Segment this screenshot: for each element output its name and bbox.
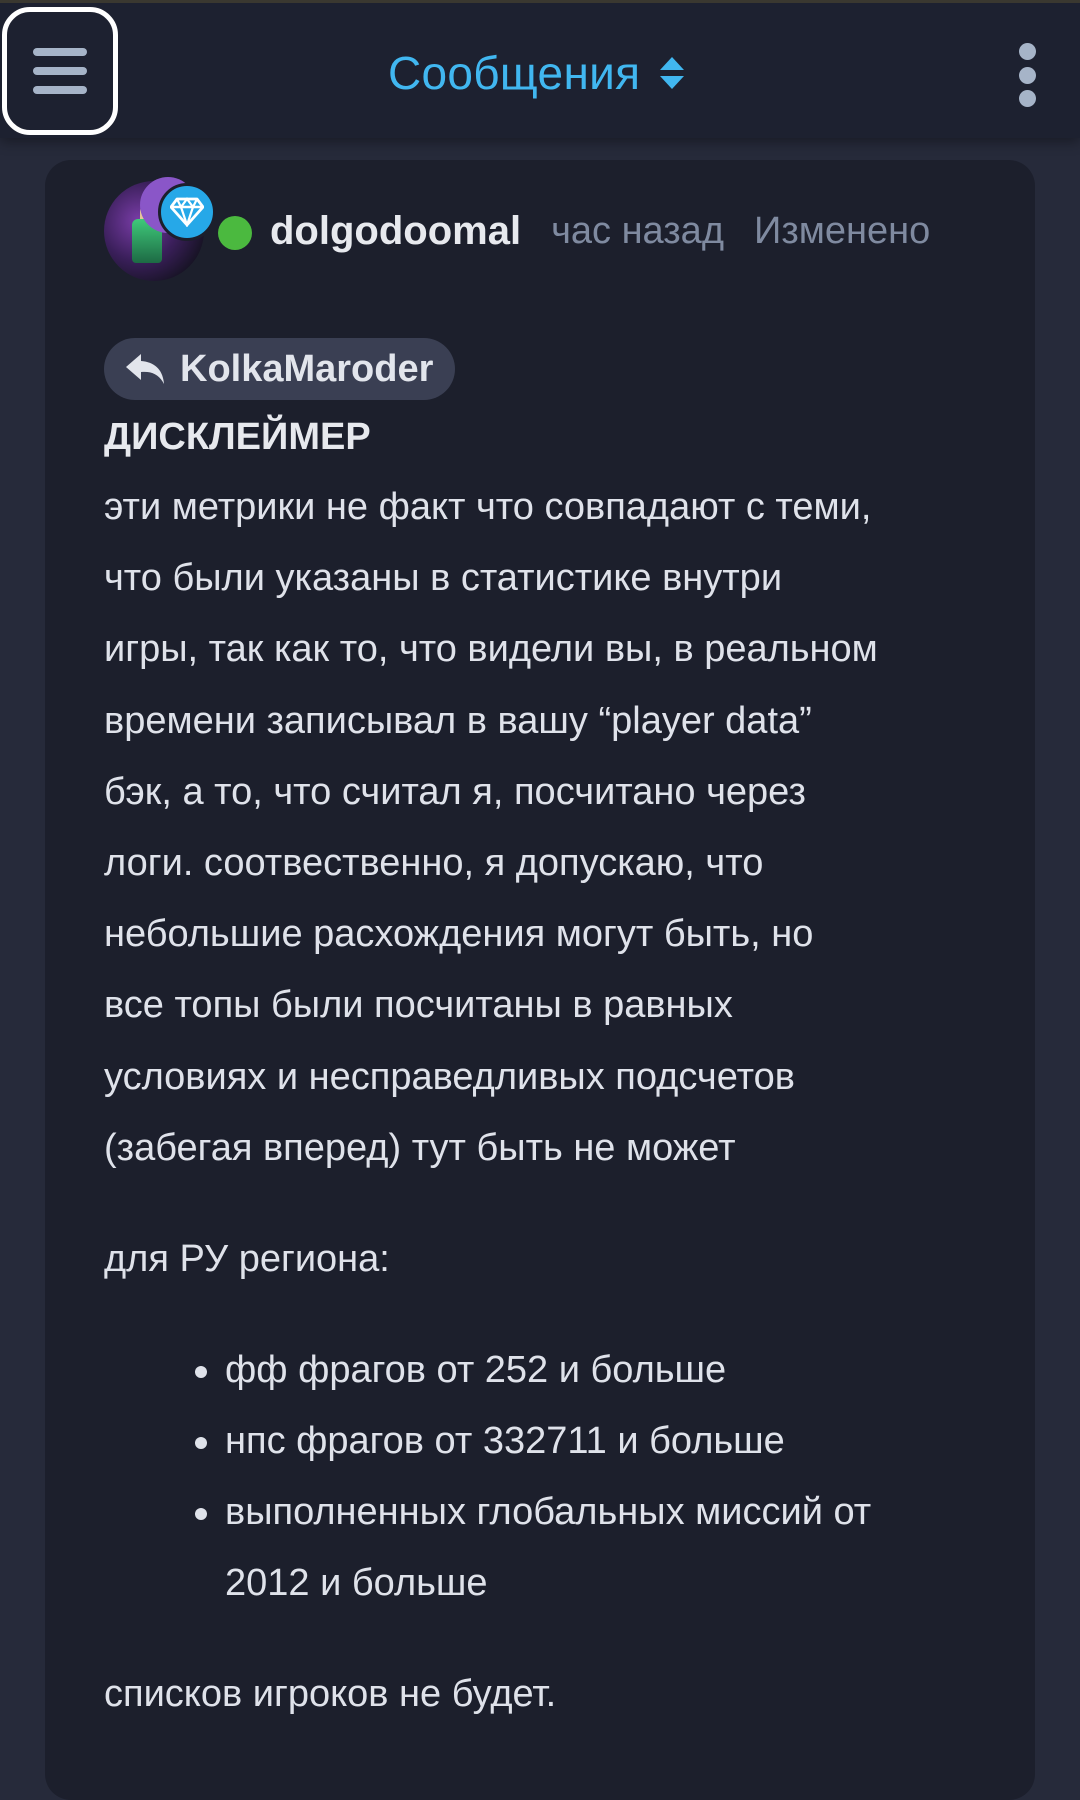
sort-updown-icon: [660, 57, 685, 89]
diamond-icon: [158, 183, 216, 241]
post-paragraph-line: (забегая вперед) тут быть не может: [104, 1126, 736, 1169]
post-paragraph-line: небольшие расхождения могут быть, но: [104, 913, 814, 956]
post-paragraph-line: бэк, а то, что считал я, посчитано через: [104, 770, 806, 813]
post-paragraph-line: игры, так как то, что видели вы, в реаль…: [104, 628, 878, 671]
reply-to-username: KolkaMaroder: [180, 347, 434, 390]
page-title: Сообщения: [388, 47, 641, 99]
post-paragraph-line: времени записывал в вашу “player data”: [104, 699, 812, 742]
list-item: фф фрагов от 252 и больше: [195, 1335, 1004, 1406]
author-name[interactable]: dolgodoomal: [270, 209, 521, 254]
post-paragraph-line: все топы были посчитаны в равных: [104, 984, 733, 1027]
top-app-bar: Сообщения: [0, 0, 1080, 138]
edited-label[interactable]: Изменено: [754, 210, 930, 253]
section-selector[interactable]: Сообщения: [388, 43, 685, 103]
reply-to-chip[interactable]: KolkaMaroder: [104, 338, 456, 400]
post-paragraph-line: эти метрики не факт что совпадают с теми…: [104, 486, 872, 528]
vertical-dots-icon: [1018, 43, 1036, 60]
post-heading: ДИСКЛЕЙМЕР: [104, 416, 371, 458]
avatar[interactable]: [104, 177, 216, 281]
reply-arrow-icon: [126, 354, 164, 384]
list-item: выполненных глобальных миссий от: [195, 1477, 1004, 1548]
list-item: нпс фрагов от 332711 и больше: [195, 1406, 1004, 1477]
hamburger-menu-icon: [33, 48, 87, 56]
post-paragraph-line: логи. соотвественно, я допускаю, что: [104, 842, 764, 885]
online-status-dot: [218, 216, 252, 250]
post-header: dolgodoomal час назад Изменено: [104, 176, 930, 286]
post-body: ДИСКЛЕЙМЕР эти метрики не факт что совпа…: [104, 402, 1004, 1730]
list-item-continuation: 2012 и больше: [225, 1562, 488, 1605]
region-label: для РУ региона:: [104, 1238, 390, 1281]
closing-line: списков игроков не будет.: [104, 1673, 557, 1716]
post-paragraph-line: условиях и несправедливых подсчетов: [104, 1055, 795, 1098]
criteria-list: фф фрагов от 252 и больше нпс фрагов от …: [104, 1335, 1004, 1619]
more-options-button[interactable]: [1010, 43, 1044, 107]
post-paragraph-line: что были указаны в статистике внутри: [104, 557, 783, 600]
post-time[interactable]: час назад: [551, 210, 724, 253]
menu-button[interactable]: [2, 7, 118, 135]
